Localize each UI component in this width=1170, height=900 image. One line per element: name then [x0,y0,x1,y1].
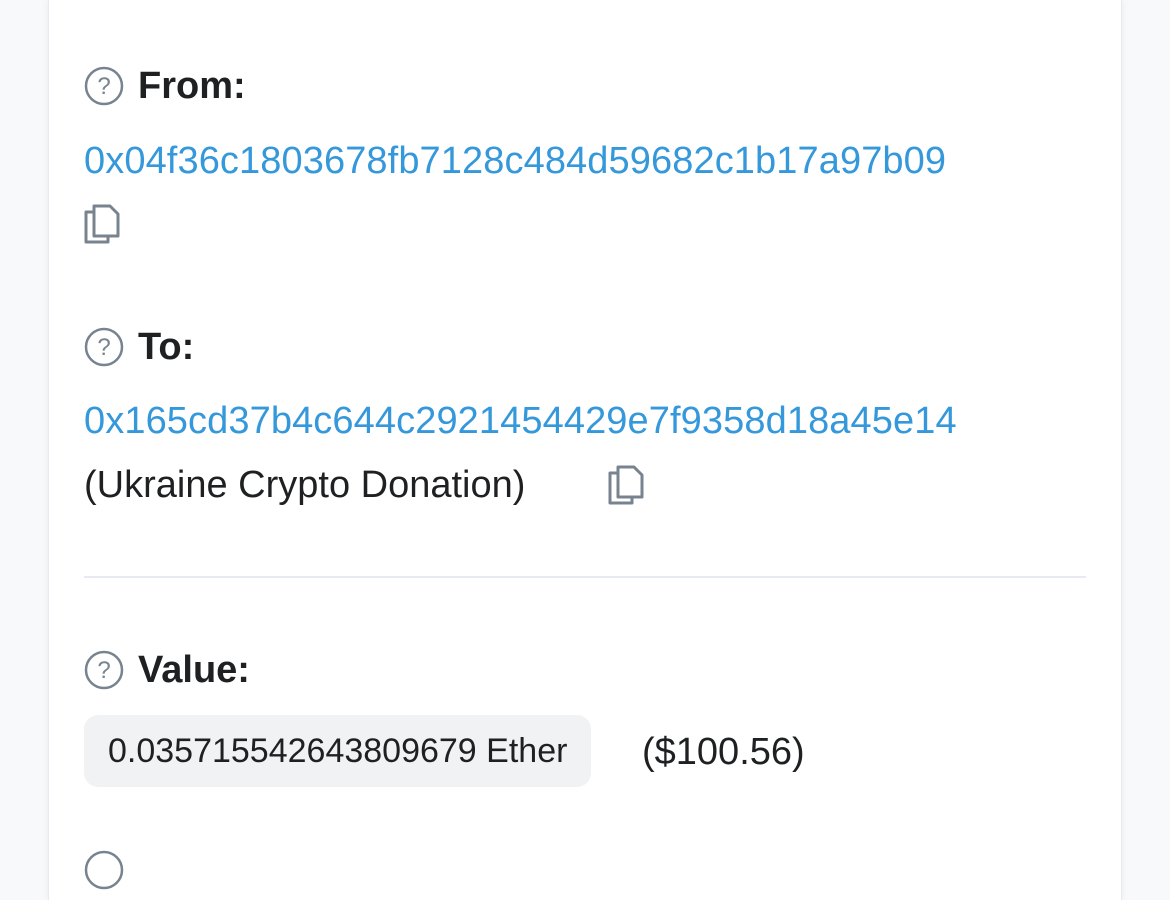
value-usd: ($100.56) [642,731,805,773]
from-row-label: ? From: [84,64,246,108]
question-circle-icon[interactable] [84,850,124,890]
svg-text:?: ? [97,657,110,684]
to-address-link[interactable]: 0x165cd37b4c644c2921454429e7f9358d18a45e… [84,400,957,443]
to-label: To: [138,325,195,368]
value-row-label: ? Value: [84,648,250,692]
value-amount-badge: 0.035715542643809679 Ether [84,715,592,787]
from-label: From: [138,64,246,107]
question-circle-icon[interactable]: ? [84,650,124,690]
svg-text:?: ? [97,334,110,361]
from-address-link[interactable]: 0x04f36c1803678fb7128c484d59682c1b17a97b… [84,140,946,183]
copy-icon[interactable] [82,200,122,246]
copy-icon[interactable] [606,461,646,507]
next-row-label [84,850,138,890]
to-name-tag: (Ukraine Crypto Donation) [84,464,526,506]
value-label: Value: [138,648,250,691]
question-circle-icon[interactable]: ? [84,66,124,106]
question-circle-icon[interactable]: ? [84,327,124,367]
svg-text:?: ? [97,73,110,100]
section-divider [84,576,1086,578]
to-row-label: ? To: [84,325,194,369]
